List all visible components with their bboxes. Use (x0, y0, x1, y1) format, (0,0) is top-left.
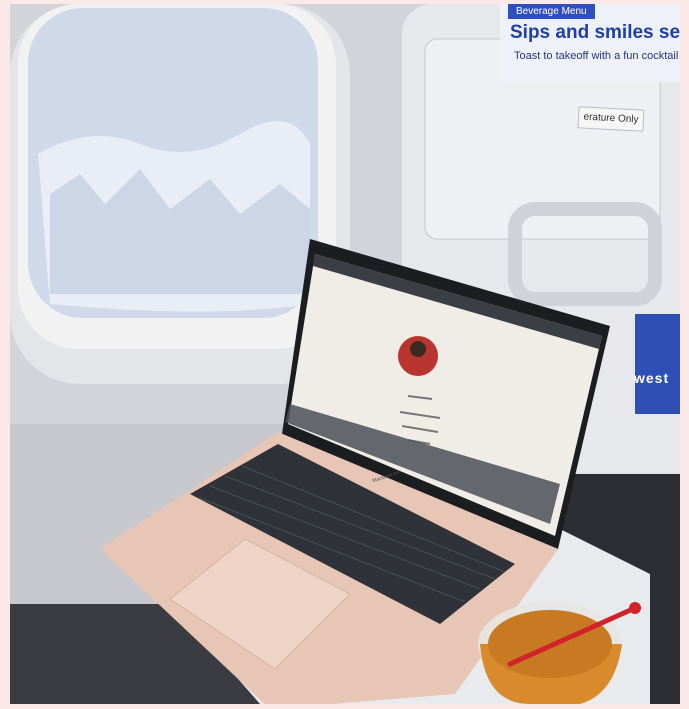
stir-stick-tip (629, 602, 641, 614)
tray-label: erature Only (577, 106, 645, 132)
menu-subtitle: Toast to takeoff with a fun cocktail or … (514, 50, 680, 62)
seat-pocket-card (635, 314, 680, 414)
avatar-head (410, 341, 426, 357)
seat-pocket-text: west (634, 370, 670, 386)
menu-title: Sips and smiles servec (510, 22, 680, 43)
beverage-menu-card: Beverage Menu Sips and smiles servec Toa… (500, 4, 680, 82)
menu-header: Beverage Menu (508, 4, 595, 19)
